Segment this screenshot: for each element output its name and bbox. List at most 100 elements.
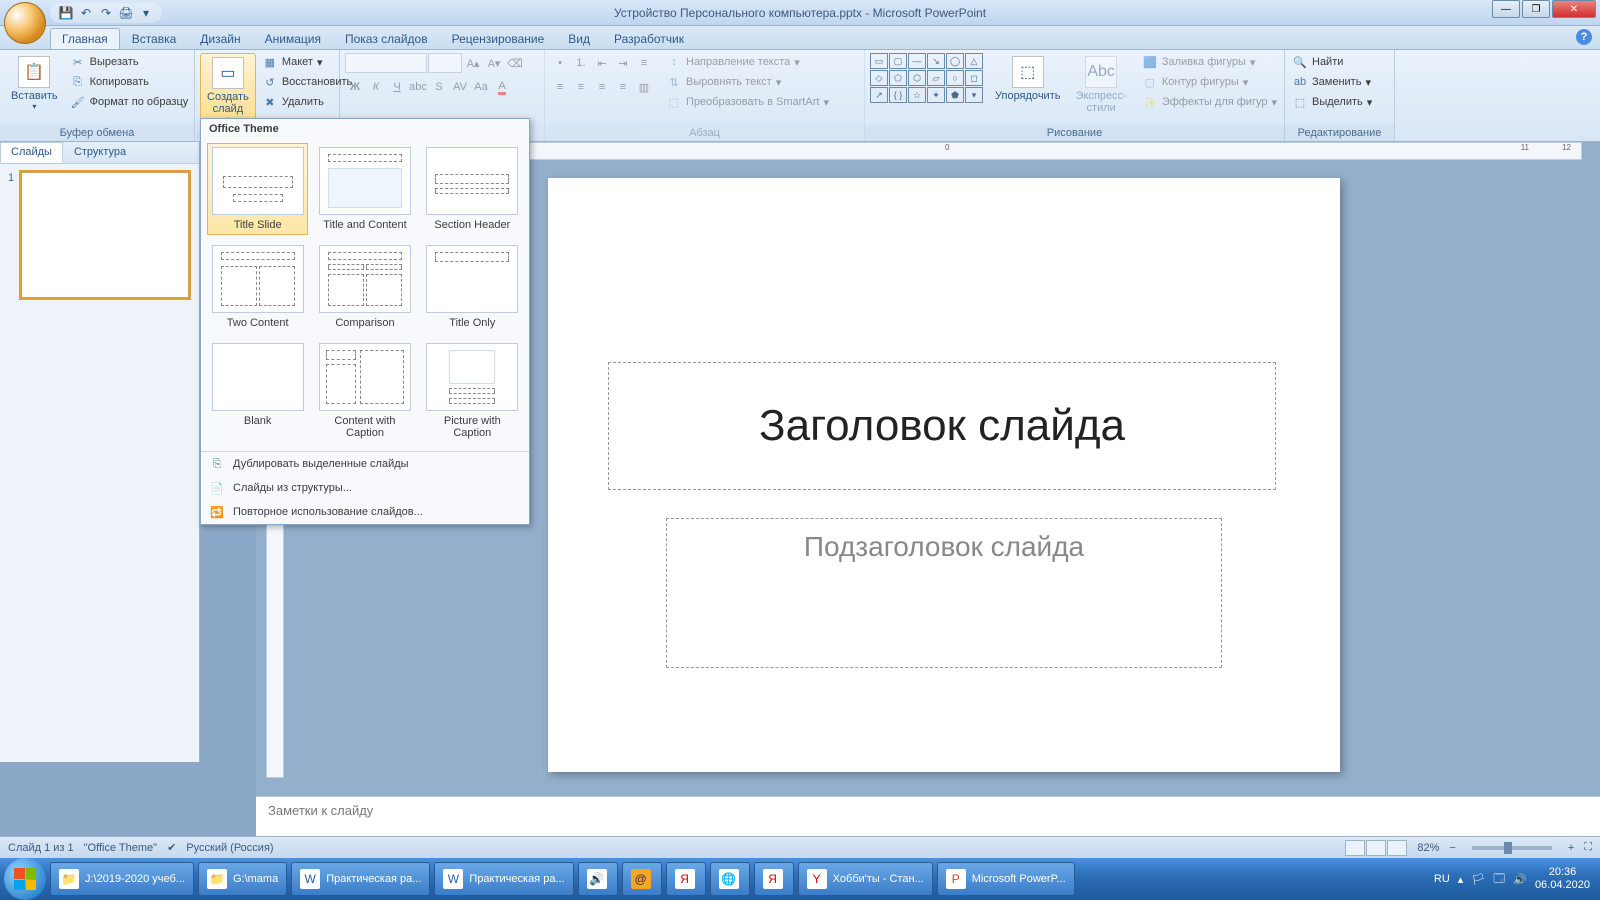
close-button[interactable]: ✕ xyxy=(1552,0,1596,18)
task-powerpoint[interactable]: PMicrosoft PowerP... xyxy=(937,862,1075,896)
case-button[interactable]: Aa xyxy=(471,77,491,97)
tab-review[interactable]: Рецензирование xyxy=(440,28,557,49)
shadow-button[interactable]: S xyxy=(429,77,449,97)
text-direction-button[interactable]: ↕Направление текста ▾ xyxy=(664,53,831,71)
tab-developer[interactable]: Разработчик xyxy=(602,28,696,49)
tray-flag-icon[interactable]: 🏳 xyxy=(1471,873,1485,886)
layout-picture-caption[interactable]: Picture with Caption xyxy=(422,339,523,443)
task-folder-1[interactable]: 📁J:\2019-2020 учеб... xyxy=(50,862,194,896)
spellcheck-icon[interactable]: ✔ xyxy=(167,841,176,854)
zoom-out-button[interactable]: − xyxy=(1449,842,1455,854)
strike-button[interactable]: abc xyxy=(408,77,428,97)
linesp-button[interactable]: ≡ xyxy=(634,53,654,73)
task-yandex-2[interactable]: Я xyxy=(754,862,794,896)
clear-format-button[interactable]: ⌫ xyxy=(505,53,525,73)
font-color-button[interactable]: A xyxy=(492,77,512,97)
tray-lang[interactable]: RU xyxy=(1434,873,1450,885)
tray-battery-icon[interactable]: 🗔 xyxy=(1493,870,1505,889)
minimize-button[interactable]: — xyxy=(1492,0,1520,18)
cut-button[interactable]: ✂Вырезать xyxy=(68,53,191,71)
italic-button[interactable]: К xyxy=(366,77,386,97)
sorter-view-button[interactable] xyxy=(1366,840,1386,856)
spacing-button[interactable]: AV xyxy=(450,77,470,97)
slide-canvas[interactable]: Заголовок слайда Подзаголовок слайда xyxy=(548,178,1340,772)
tray-sound-icon[interactable]: 🔊 xyxy=(1513,873,1527,886)
task-browser[interactable]: YХобби'ты - Стан... xyxy=(798,862,933,896)
start-button[interactable] xyxy=(4,858,46,900)
layout-two-content[interactable]: Two Content xyxy=(207,241,308,333)
task-word-2[interactable]: WПрактическая ра... xyxy=(434,862,573,896)
zoom-slider[interactable] xyxy=(1472,846,1552,850)
undo-icon[interactable]: ↶ xyxy=(78,5,94,21)
shrink-font-button[interactable]: A▾ xyxy=(484,53,504,73)
layout-title-content[interactable]: Title and Content xyxy=(314,143,415,235)
align-left-button[interactable]: ≡ xyxy=(550,77,570,97)
reuse-slides-item[interactable]: 🔁Повторное использование слайдов... xyxy=(201,500,529,524)
font-size-input[interactable] xyxy=(428,53,462,73)
task-folder-2[interactable]: 📁G:\mama xyxy=(198,862,287,896)
shape-outline-button[interactable]: ▢Контур фигуры ▾ xyxy=(1140,73,1279,91)
indent-button[interactable]: ⇥ xyxy=(613,53,633,73)
arrange-button[interactable]: ⬚ Упорядочить xyxy=(989,53,1066,105)
qat-more-icon[interactable]: ▾ xyxy=(138,5,154,21)
numbering-button[interactable]: 1. xyxy=(571,53,591,73)
office-button[interactable] xyxy=(4,2,46,44)
shape-effects-button[interactable]: ✨Эффекты для фигур ▾ xyxy=(1140,93,1279,111)
layout-content-caption[interactable]: Content with Caption xyxy=(314,339,415,443)
smartart-button[interactable]: ⬚Преобразовать в SmartArt ▾ xyxy=(664,93,831,111)
paste-button[interactable]: 📋 Вставить▾ xyxy=(5,53,64,114)
format-painter-button[interactable]: 🖌Формат по образцу xyxy=(68,93,191,111)
redo-icon[interactable]: ↷ xyxy=(98,5,114,21)
sidetab-outline[interactable]: Структура xyxy=(63,142,137,163)
normal-view-button[interactable] xyxy=(1345,840,1365,856)
justify-button[interactable]: ≡ xyxy=(613,77,633,97)
font-name-input[interactable] xyxy=(345,53,427,73)
tab-animation[interactable]: Анимация xyxy=(253,28,333,49)
tab-design[interactable]: Дизайн xyxy=(188,28,252,49)
tab-view[interactable]: Вид xyxy=(556,28,602,49)
task-volume[interactable]: 🔊 xyxy=(578,862,618,896)
align-text-button[interactable]: ⇅Выровнять текст ▾ xyxy=(664,73,831,91)
layout-title-only[interactable]: Title Only xyxy=(422,241,523,333)
quick-styles-button[interactable]: Abc Экспресс-стили xyxy=(1066,53,1135,117)
print-icon[interactable]: 🖨 xyxy=(118,5,134,21)
replace-button[interactable]: abЗаменить ▾ xyxy=(1290,73,1373,91)
copy-button[interactable]: ⎘Копировать xyxy=(68,73,191,91)
tray-chevron-icon[interactable]: ▴ xyxy=(1458,873,1464,886)
layout-comparison[interactable]: Comparison xyxy=(314,241,415,333)
grow-font-button[interactable]: A▴ xyxy=(463,53,483,73)
tray-clock[interactable]: 20:36 06.04.2020 xyxy=(1535,866,1590,892)
underline-button[interactable]: Ч xyxy=(387,77,407,97)
duplicate-slides-item[interactable]: ⎘Дублировать выделенные слайды xyxy=(201,452,529,476)
shape-fill-button[interactable]: 🟦Заливка фигуры ▾ xyxy=(1140,53,1279,71)
sidetab-slides[interactable]: Слайды xyxy=(0,142,63,163)
layout-blank[interactable]: Blank xyxy=(207,339,308,443)
layout-section-header[interactable]: Section Header xyxy=(422,143,523,235)
outdent-button[interactable]: ⇤ xyxy=(592,53,612,73)
notes-pane[interactable]: Заметки к слайду xyxy=(256,796,1600,836)
save-icon[interactable]: 💾 xyxy=(58,5,74,21)
title-placeholder[interactable]: Заголовок слайда xyxy=(608,362,1276,490)
task-chrome[interactable]: 🌐 xyxy=(710,862,750,896)
layout-title-slide[interactable]: Title Slide xyxy=(207,143,308,235)
help-icon[interactable]: ? xyxy=(1576,29,1592,45)
tab-slideshow[interactable]: Показ слайдов xyxy=(333,28,440,49)
bold-button[interactable]: Ж xyxy=(345,77,365,97)
bullets-button[interactable]: • xyxy=(550,53,570,73)
align-center-button[interactable]: ≡ xyxy=(571,77,591,97)
columns-button[interactable]: ▥ xyxy=(634,77,654,97)
find-button[interactable]: 🔍Найти xyxy=(1290,53,1345,71)
tab-insert[interactable]: Вставка xyxy=(120,28,189,49)
status-language[interactable]: Русский (Россия) xyxy=(186,842,273,854)
shapes-gallery[interactable]: ▭▢—↘◯△ ◇⬠⬡▱○◻ ↗{ }☆✦⬟▾ xyxy=(870,53,983,103)
zoom-in-button[interactable]: + xyxy=(1568,842,1574,854)
slideshow-view-button[interactable] xyxy=(1387,840,1407,856)
new-slide-button[interactable]: ▭ Создать слайд▾ xyxy=(200,53,256,128)
task-word-1[interactable]: WПрактическая ра... xyxy=(291,862,430,896)
subtitle-placeholder[interactable]: Подзаголовок слайда xyxy=(666,518,1222,668)
restore-button[interactable]: ❐ xyxy=(1522,0,1550,18)
fit-button[interactable]: ⛶ xyxy=(1584,841,1592,854)
tab-home[interactable]: Главная xyxy=(50,28,120,49)
align-right-button[interactable]: ≡ xyxy=(592,77,612,97)
slides-from-outline-item[interactable]: 📄Слайды из структуры... xyxy=(201,476,529,500)
